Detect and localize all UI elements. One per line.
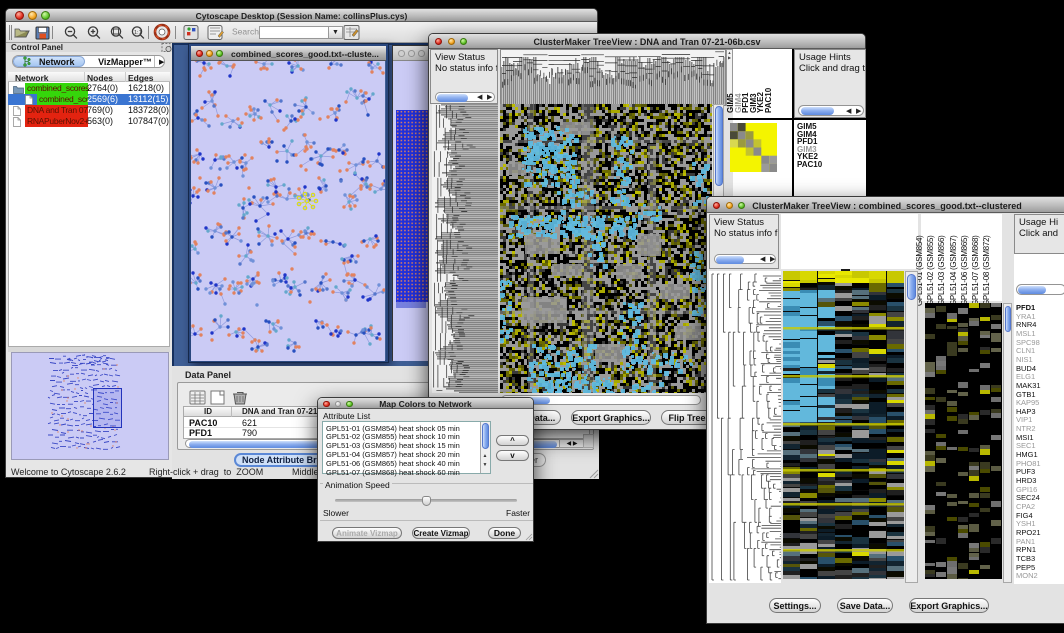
svg-text:Search:: Search: (232, 27, 261, 37)
svg-text:1:1: 1:1 (134, 30, 142, 36)
